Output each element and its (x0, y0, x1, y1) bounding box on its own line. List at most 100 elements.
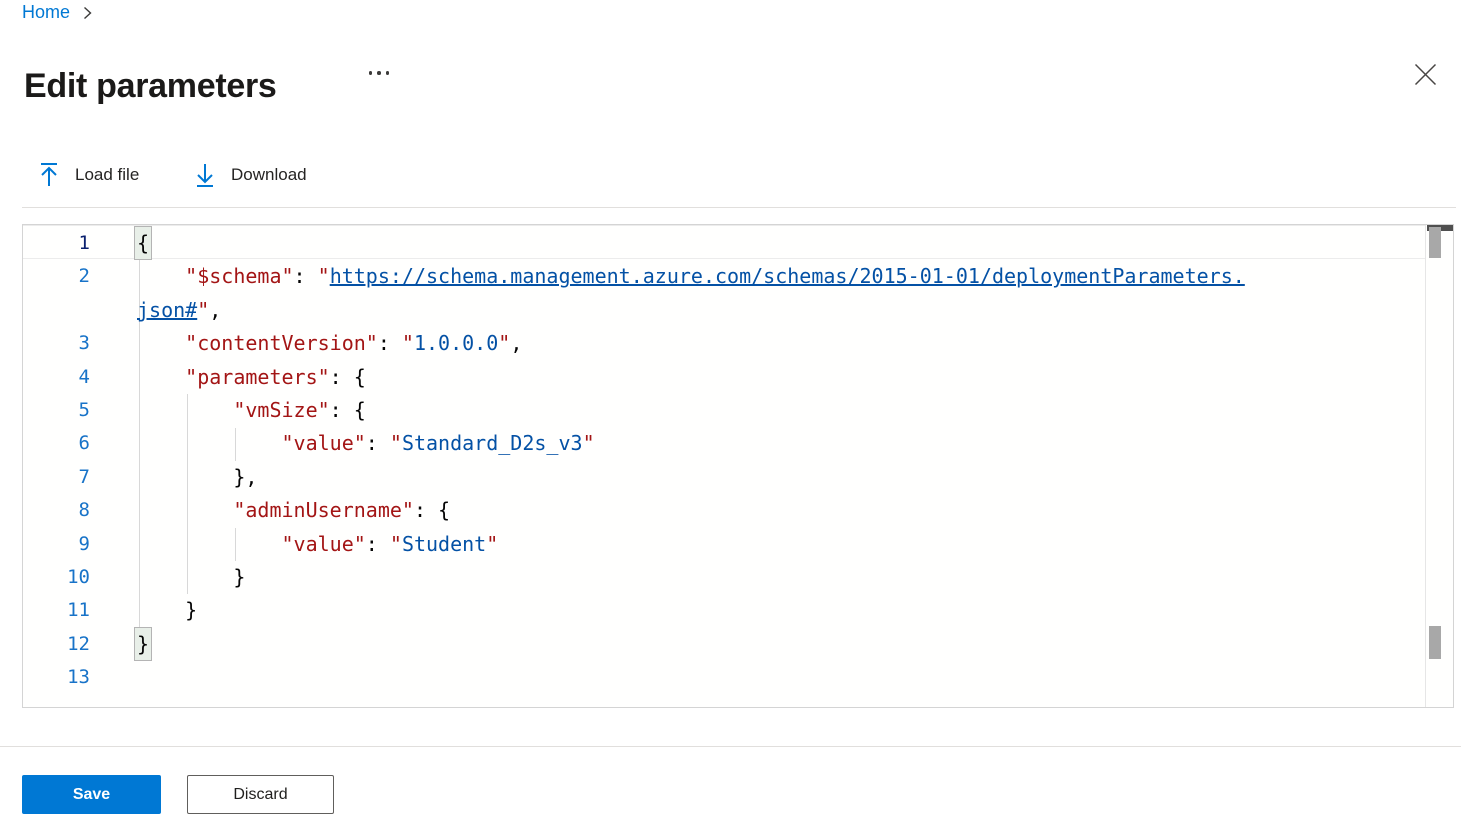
token-key: "value" (282, 431, 366, 455)
token-strq: " (390, 532, 402, 556)
editor-row[interactable]: 10 } (23, 561, 1425, 594)
code-line: "parameters": { (137, 361, 366, 394)
token-ws (137, 365, 185, 389)
code-line: "value": "Standard_D2s_v3" (137, 427, 595, 460)
code-line: "value": "Student" (137, 528, 498, 561)
breadcrumb: Home (22, 2, 93, 23)
token-strq: " (318, 264, 330, 288)
code-line: } (137, 628, 149, 661)
line-number: 13 (23, 661, 137, 694)
download-button[interactable]: Download (188, 158, 313, 192)
token-strq: " (583, 431, 595, 455)
token-strq: " (402, 331, 414, 355)
load-file-button[interactable]: Load file (32, 158, 145, 192)
token-ws (137, 465, 233, 489)
token-punc: : { (330, 365, 366, 389)
save-button[interactable]: Save (22, 775, 161, 814)
token-strq: " (498, 331, 510, 355)
line-number: 1 (23, 227, 137, 260)
editor-row[interactable]: json#", (23, 294, 1425, 327)
token-ws (137, 598, 185, 622)
code-line: } (137, 561, 245, 594)
token-punc: : (366, 431, 390, 455)
editor-row[interactable]: 11 } (23, 594, 1425, 627)
token-strq: " (390, 431, 402, 455)
token-punc: , (510, 331, 522, 355)
code-line: "adminUsername": { (137, 494, 450, 527)
token-punc: } (233, 565, 245, 589)
code-line: }, (137, 461, 257, 494)
line-number: 4 (23, 361, 137, 394)
json-parameters-editor[interactable]: 1{2 "$schema": "https://schema.managemen… (22, 224, 1454, 708)
download-icon (194, 162, 216, 188)
discard-button[interactable]: Discard (187, 775, 334, 814)
line-number: 3 (23, 327, 137, 360)
toolbar-divider (22, 207, 1456, 208)
token-punc: : { (330, 398, 366, 422)
token-brm: } (135, 628, 151, 660)
token-str: Student (402, 532, 486, 556)
editor-lines: 1{2 "$schema": "https://schema.managemen… (23, 227, 1425, 694)
overview-ruler-bracket-mark (1429, 626, 1441, 659)
token-punc: }, (233, 465, 257, 489)
token-ws (137, 498, 233, 522)
token-punc: : (378, 331, 402, 355)
token-link: https://schema.management.azure.com/sche… (330, 264, 1245, 288)
line-number: 9 (23, 528, 137, 561)
editor-row[interactable]: 3 "contentVersion": "1.0.0.0", (23, 327, 1425, 360)
editor-row[interactable]: 8 "adminUsername": { (23, 494, 1425, 527)
token-punc: : (366, 532, 390, 556)
line-number: 6 (23, 427, 137, 460)
token-key: "vmSize" (233, 398, 329, 422)
token-punc: : { (414, 498, 450, 522)
token-link: json# (137, 298, 197, 322)
chevron-right-icon (82, 6, 93, 20)
token-str: Standard_D2s_v3 (402, 431, 583, 455)
editor-row[interactable]: 5 "vmSize": { (23, 394, 1425, 427)
token-str: 1.0.0.0 (414, 331, 498, 355)
editor-row[interactable]: 2 "$schema": "https://schema.management.… (23, 260, 1425, 293)
editor-row[interactable]: 9 "value": "Student" (23, 528, 1425, 561)
token-ws (137, 565, 233, 589)
token-brm: { (135, 227, 151, 259)
close-button[interactable] (1408, 58, 1442, 90)
ellipsis-icon (369, 71, 373, 75)
scrollbar-thumb[interactable] (1429, 227, 1441, 258)
line-number: 10 (23, 561, 137, 594)
token-ws (137, 264, 185, 288)
code-line: "$schema": "https://schema.management.az… (137, 260, 1245, 293)
editor-row[interactable]: 1{ (23, 227, 1425, 260)
token-key: "contentVersion" (185, 331, 378, 355)
breadcrumb-home-link[interactable]: Home (22, 2, 70, 23)
code-line: "contentVersion": "1.0.0.0", (137, 327, 522, 360)
footer-divider (0, 746, 1461, 747)
token-key: "parameters" (185, 365, 330, 389)
editor-row[interactable]: 7 }, (23, 461, 1425, 494)
line-number: 8 (23, 494, 137, 527)
token-ws (137, 532, 282, 556)
load-file-label: Load file (75, 165, 139, 185)
token-ws (137, 398, 233, 422)
token-key: "value" (282, 532, 366, 556)
upload-icon (38, 162, 60, 188)
line-number: 5 (23, 394, 137, 427)
download-label: Download (231, 165, 307, 185)
editor-row[interactable]: 4 "parameters": { (23, 361, 1425, 394)
editor-row[interactable]: 12} (23, 628, 1425, 661)
editor-row[interactable]: 13 (23, 661, 1425, 694)
line-number: 7 (23, 461, 137, 494)
page-title: Edit parameters (24, 67, 277, 106)
line-number (23, 294, 137, 327)
code-line: { (137, 227, 149, 260)
more-options-button[interactable] (362, 62, 396, 84)
line-number: 11 (23, 594, 137, 627)
line-number: 12 (23, 628, 137, 661)
token-strq: " (197, 298, 209, 322)
token-punc: } (185, 598, 197, 622)
editor-row[interactable]: 6 "value": "Standard_D2s_v3" (23, 427, 1425, 460)
code-line: json#", (137, 294, 221, 327)
token-strq: " (486, 532, 498, 556)
token-ws (137, 331, 185, 355)
code-line: "vmSize": { (137, 394, 366, 427)
token-key: "adminUsername" (233, 498, 414, 522)
